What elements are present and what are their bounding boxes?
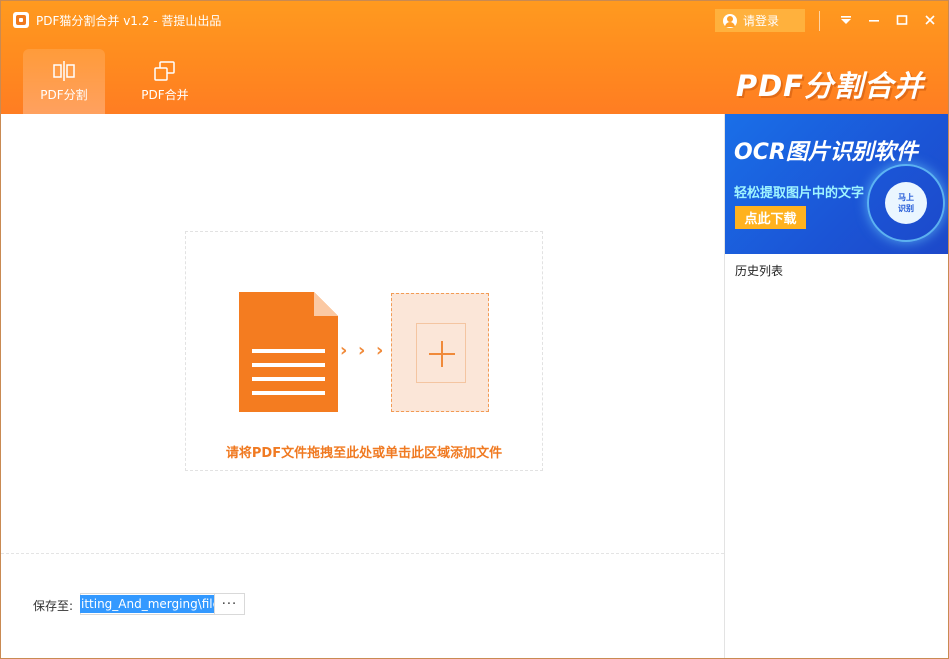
drop-zone-hint: 请将PDF文件拖拽至此处或单击此区域添加文件 [225,446,503,461]
close-button[interactable] [921,11,939,29]
plus-icon-vertical [441,341,443,367]
tab-pdf-split-label: PDF分割 [40,88,88,102]
brand-title: PDF分割合并 [735,69,924,103]
minimize-button[interactable] [865,11,883,29]
arrow-icon: › [358,340,366,361]
split-icon [53,61,75,81]
ad-download-button[interactable]: 点此下载 [735,206,806,229]
app-logo-icon [13,12,29,28]
window-title: PDF猫分割合并 v1.2 - 菩提山出品 [36,14,222,28]
scan-circle-icon: 马上 识别 [867,164,945,242]
close-icon [925,15,935,25]
user-icon [723,13,737,28]
maximize-button[interactable] [893,11,911,29]
menu-arrow-icon [841,16,851,24]
ad-title: OCR图片识别软件 [734,140,918,165]
login-label: 请登录 [743,14,780,28]
tab-pdf-split[interactable]: PDF分割 [23,49,105,114]
ocr-ad-banner[interactable]: OCR图片识别软件 轻松提取图片中的文字 点此下载 马上 识别 [725,114,948,254]
file-drop-zone[interactable]: › › › 请将PDF文件拖拽至此处或单击此区域添加文件 [185,231,543,471]
maximize-icon [896,15,908,25]
login-button[interactable]: 请登录 [715,9,805,32]
main-panel: › › › 请将PDF文件拖拽至此处或单击此区域添加文件 保存至: itting… [1,114,724,658]
ad-badge-line1: 马上 [898,193,914,202]
history-list-title: 历史列表 [735,264,784,278]
save-to-label: 保存至: [33,599,74,613]
tab-pdf-merge[interactable]: PDF合并 [124,49,206,114]
pdf-file-icon [239,292,338,412]
ad-badge: 马上 识别 [885,182,927,224]
header-divider [819,11,820,31]
merge-icon [154,61,175,81]
tab-pdf-merge-label: PDF合并 [141,88,189,102]
add-file-frame [416,323,466,383]
tab-bar: PDF分割 PDF合并 [1,49,301,114]
minimize-icon [869,20,879,22]
arrow-icon: › [340,340,348,361]
ad-subtitle: 轻松提取图片中的文字 [734,186,865,201]
arrow-icon: › [376,340,384,361]
save-path-value: itting_And_merging\file [80,595,214,613]
section-divider [1,553,724,554]
right-sidebar: OCR图片识别软件 轻松提取图片中的文字 点此下载 马上 识别 历史列表 [724,114,948,658]
app-window: PDF猫分割合并 v1.2 - 菩提山出品 请登录 PDF分割 PDF合并 PD… [0,0,949,659]
dropdown-menu-button[interactable] [837,11,855,29]
header-bar: PDF猫分割合并 v1.2 - 菩提山出品 请登录 PDF分割 PDF合并 PD… [1,1,948,114]
browse-button[interactable]: ··· [214,593,245,615]
save-path-value-container: itting_And_merging\file [80,593,214,615]
add-file-target[interactable] [391,293,489,412]
ad-badge-line2: 识别 [898,204,914,213]
